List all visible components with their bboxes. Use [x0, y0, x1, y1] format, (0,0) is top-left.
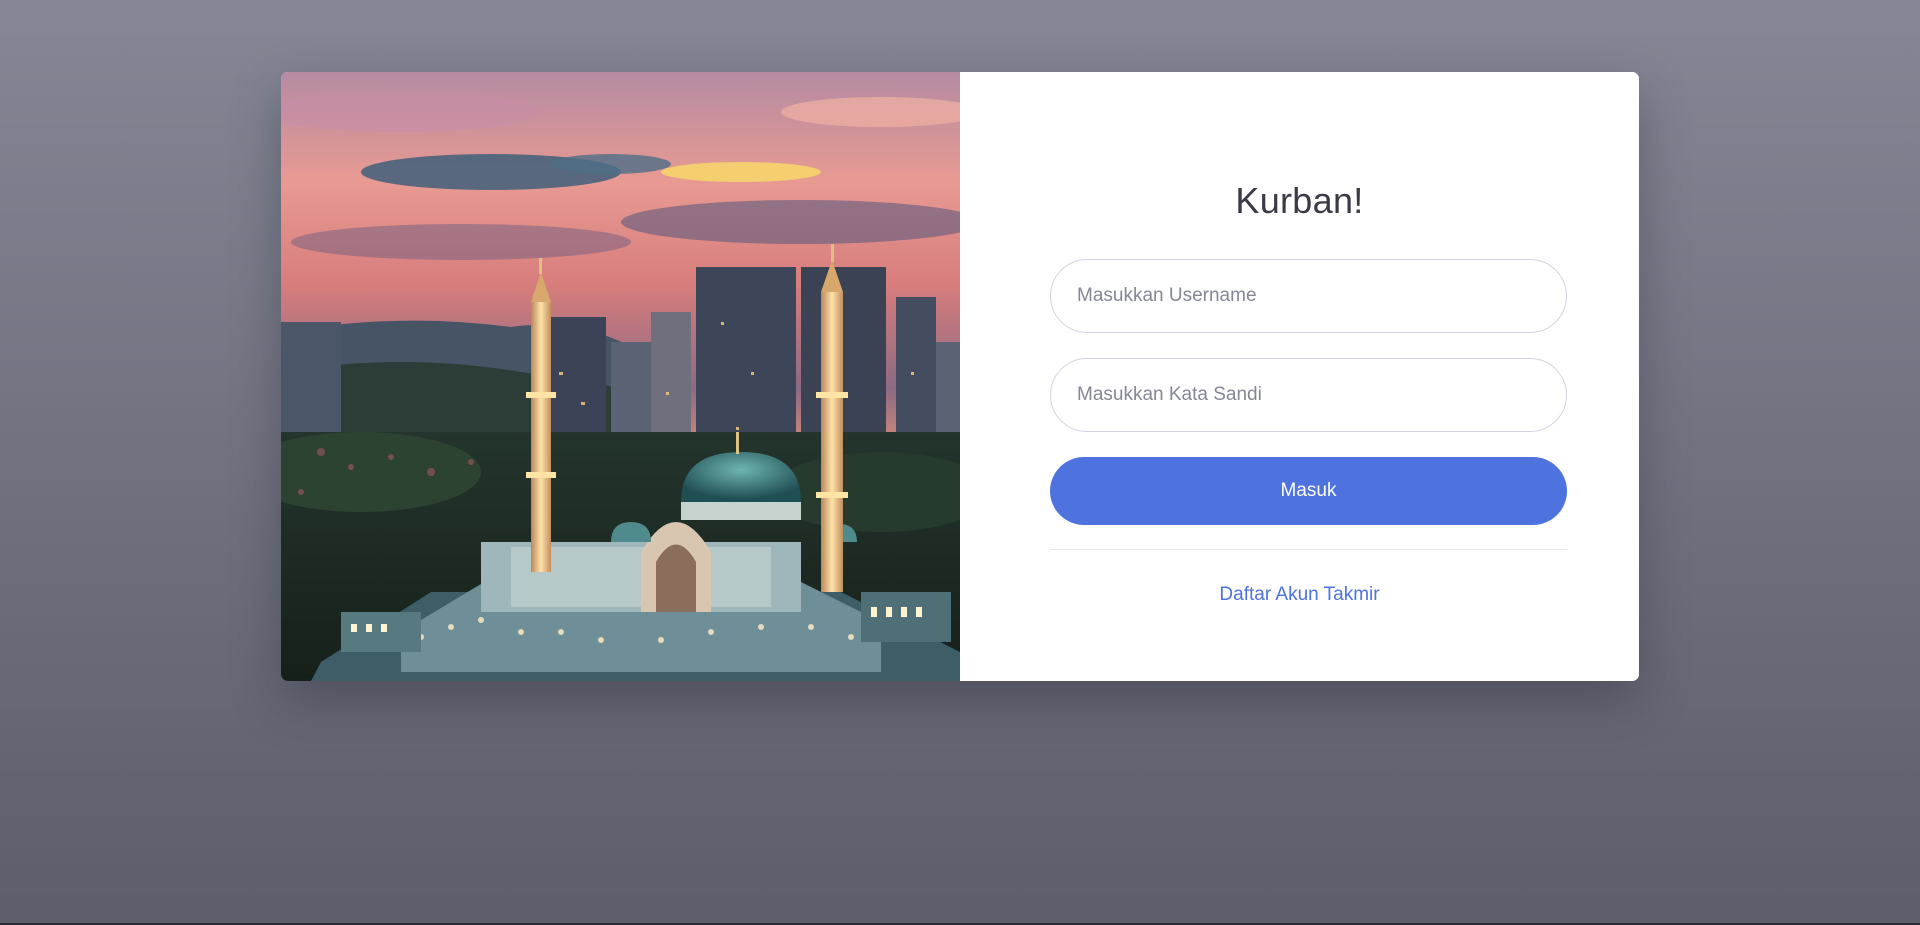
login-card: Kurban! Masuk Daftar Akun Takmir — [281, 72, 1639, 681]
divider — [1050, 549, 1567, 550]
login-form-panel: Kurban! Masuk Daftar Akun Takmir — [960, 72, 1639, 681]
register-link[interactable]: Daftar Akun Takmir — [960, 584, 1639, 606]
page-title: Kurban! — [1235, 180, 1364, 221]
password-input[interactable] — [1050, 358, 1567, 432]
mosque-photo — [281, 72, 960, 681]
username-input[interactable] — [1050, 259, 1567, 333]
login-button[interactable]: Masuk — [1050, 457, 1567, 525]
